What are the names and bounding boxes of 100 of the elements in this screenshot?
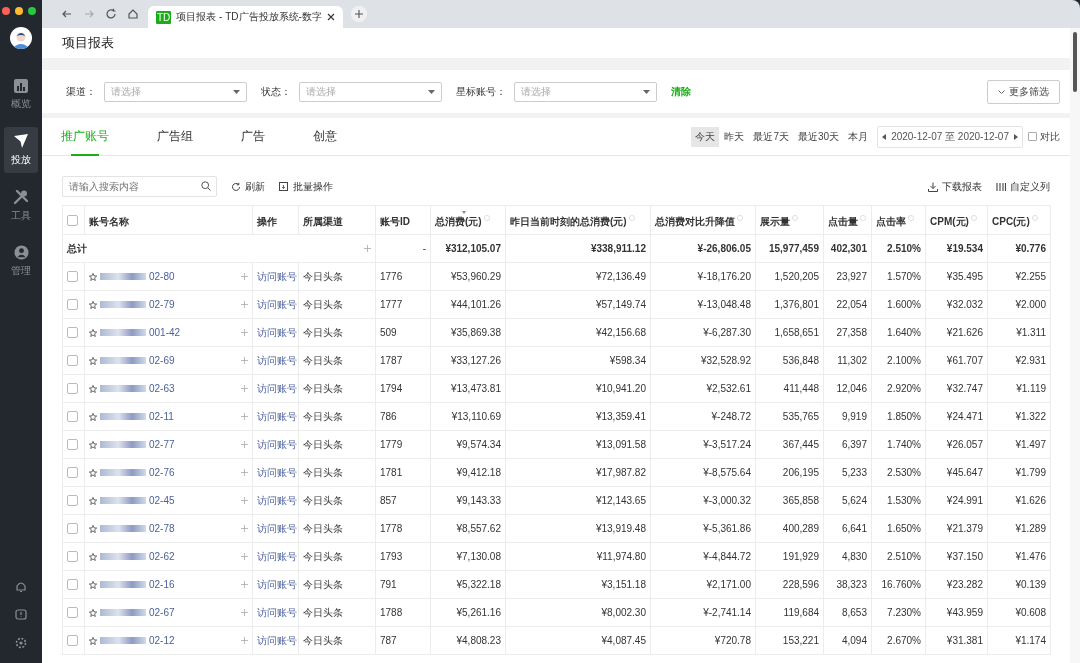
row-checkbox[interactable] (67, 411, 78, 423)
account-link[interactable]: 02-69 (149, 355, 175, 366)
star-icon[interactable] (89, 384, 97, 393)
date-preset-button[interactable]: 最近30天 (794, 126, 844, 147)
row-checkbox[interactable] (67, 467, 78, 479)
row-checkbox[interactable] (67, 635, 78, 647)
tab[interactable]: 广告 (241, 118, 265, 155)
account-link[interactable]: 02-45 (149, 495, 175, 506)
expand-plus-icon[interactable] (241, 637, 248, 644)
date-preset-button[interactable]: 昨天 (720, 126, 749, 147)
more-filters-button[interactable]: 更多筛选 (987, 79, 1060, 104)
sidebar-item[interactable]: 管理 (4, 239, 38, 284)
account-link[interactable]: 02-67 (149, 607, 175, 618)
table-cell: ¥7,130.08 (456, 551, 501, 562)
account-link[interactable]: 001-42 (149, 327, 181, 338)
star-icon[interactable] (89, 636, 97, 645)
row-checkbox[interactable] (67, 271, 78, 283)
star-icon[interactable] (89, 496, 97, 505)
expand-plus-icon[interactable] (241, 385, 248, 392)
download-button[interactable]: 下载报表 (928, 179, 982, 194)
expand-plus-icon[interactable] (241, 497, 248, 504)
expand-plus-icon[interactable] (241, 273, 248, 280)
account-link[interactable]: 02-12 (149, 635, 175, 646)
expand-plus-icon[interactable] (241, 301, 248, 308)
tab[interactable]: 广告组 (157, 118, 193, 155)
table-cell: 15,977,459 (768, 243, 819, 254)
star-icon[interactable] (89, 300, 97, 309)
home-icon[interactable] (126, 7, 140, 21)
date-range-picker[interactable]: 2020-12-07 至 2020-12-07 (877, 125, 1023, 148)
row-checkbox[interactable] (67, 299, 78, 311)
avatar-icon[interactable] (10, 27, 32, 49)
expand-plus-icon[interactable] (241, 609, 248, 616)
account-link[interactable]: 02-16 (149, 579, 175, 590)
account-link[interactable]: 02-76 (149, 467, 175, 478)
account-link[interactable]: 02-78 (149, 523, 175, 534)
search-icon[interactable] (201, 181, 211, 191)
checkbox[interactable] (1028, 132, 1037, 141)
sidebar-item[interactable]: 概览 (4, 73, 38, 117)
date-preset-button[interactable]: 最近7天 (749, 126, 793, 147)
refresh-button[interactable]: 刷新 (231, 179, 265, 194)
maximize-window-icon[interactable] (28, 7, 36, 15)
row-checkbox[interactable] (67, 551, 78, 563)
browser-tab[interactable]: TD 项目报表 - TD广告投放系统-数字 (148, 6, 343, 28)
star-icon[interactable] (89, 580, 97, 589)
sort-caret-icon[interactable] (462, 211, 467, 214)
columns-button[interactable]: 自定义列 (996, 179, 1050, 194)
expand-plus-icon[interactable] (241, 581, 248, 588)
close-window-icon[interactable] (2, 7, 10, 15)
row-checkbox[interactable] (67, 327, 78, 339)
row-checkbox[interactable] (67, 579, 78, 591)
minimize-window-icon[interactable] (15, 7, 23, 15)
close-icon[interactable] (326, 13, 335, 21)
star-icon[interactable] (89, 552, 97, 561)
expand-plus-icon[interactable] (241, 441, 248, 448)
star-icon[interactable] (89, 468, 97, 477)
star-icon[interactable] (89, 356, 97, 365)
help-icon[interactable] (15, 609, 27, 621)
table-cell: ¥45.647 (946, 467, 983, 478)
row-checkbox[interactable] (67, 523, 78, 535)
bell-icon[interactable] (15, 581, 27, 593)
star-icon[interactable] (89, 412, 97, 421)
search-field[interactable]: 请输入搜索内容 (62, 176, 217, 197)
row-checkbox[interactable] (67, 439, 78, 451)
date-preset-button[interactable]: 本月 (844, 126, 873, 147)
next-icon[interactable] (1014, 133, 1018, 140)
table-cell: ¥-13,048.48 (697, 299, 751, 310)
batch-button[interactable]: 批量操作 (279, 179, 333, 194)
row-checkbox[interactable] (67, 495, 78, 507)
account-link[interactable]: 02-80 (149, 271, 175, 282)
star-icon[interactable] (89, 272, 97, 281)
row-checkbox[interactable] (67, 607, 78, 619)
row-checkbox[interactable] (67, 383, 78, 395)
select-all-checkbox[interactable] (67, 214, 78, 226)
expand-plus-icon[interactable] (241, 525, 248, 532)
sidebar-item[interactable]: 工具 (4, 183, 38, 229)
previous-icon[interactable] (882, 133, 887, 140)
expand-plus-icon[interactable] (241, 413, 248, 420)
table-cell: 1787 (380, 355, 403, 366)
account-link[interactable]: 02-77 (149, 439, 175, 450)
expand-plus-icon[interactable] (364, 245, 371, 252)
star-icon[interactable] (89, 608, 97, 617)
expand-plus-icon[interactable] (241, 553, 248, 560)
reload-icon[interactable] (104, 7, 118, 21)
account-link[interactable]: 02-63 (149, 383, 175, 394)
account-link[interactable]: 02-79 (149, 299, 175, 310)
date-preset-button[interactable]: 今天 (691, 126, 720, 147)
expand-plus-icon[interactable] (241, 469, 248, 476)
star-icon[interactable] (89, 328, 97, 337)
account-link[interactable]: 02-11 (149, 411, 174, 422)
star-icon[interactable] (89, 524, 97, 533)
table-cell: 1,520,205 (774, 271, 819, 282)
expand-plus-icon[interactable] (241, 329, 248, 336)
account-link[interactable]: 02-62 (149, 551, 175, 562)
sidebar-item[interactable]: 投放 (4, 127, 38, 173)
tab[interactable]: 创意 (313, 118, 337, 155)
scrollbar-thumb[interactable] (1073, 32, 1077, 92)
row-checkbox[interactable] (67, 355, 78, 367)
expand-plus-icon[interactable] (241, 357, 248, 364)
star-icon[interactable] (89, 440, 97, 449)
settings-icon[interactable] (15, 637, 27, 649)
